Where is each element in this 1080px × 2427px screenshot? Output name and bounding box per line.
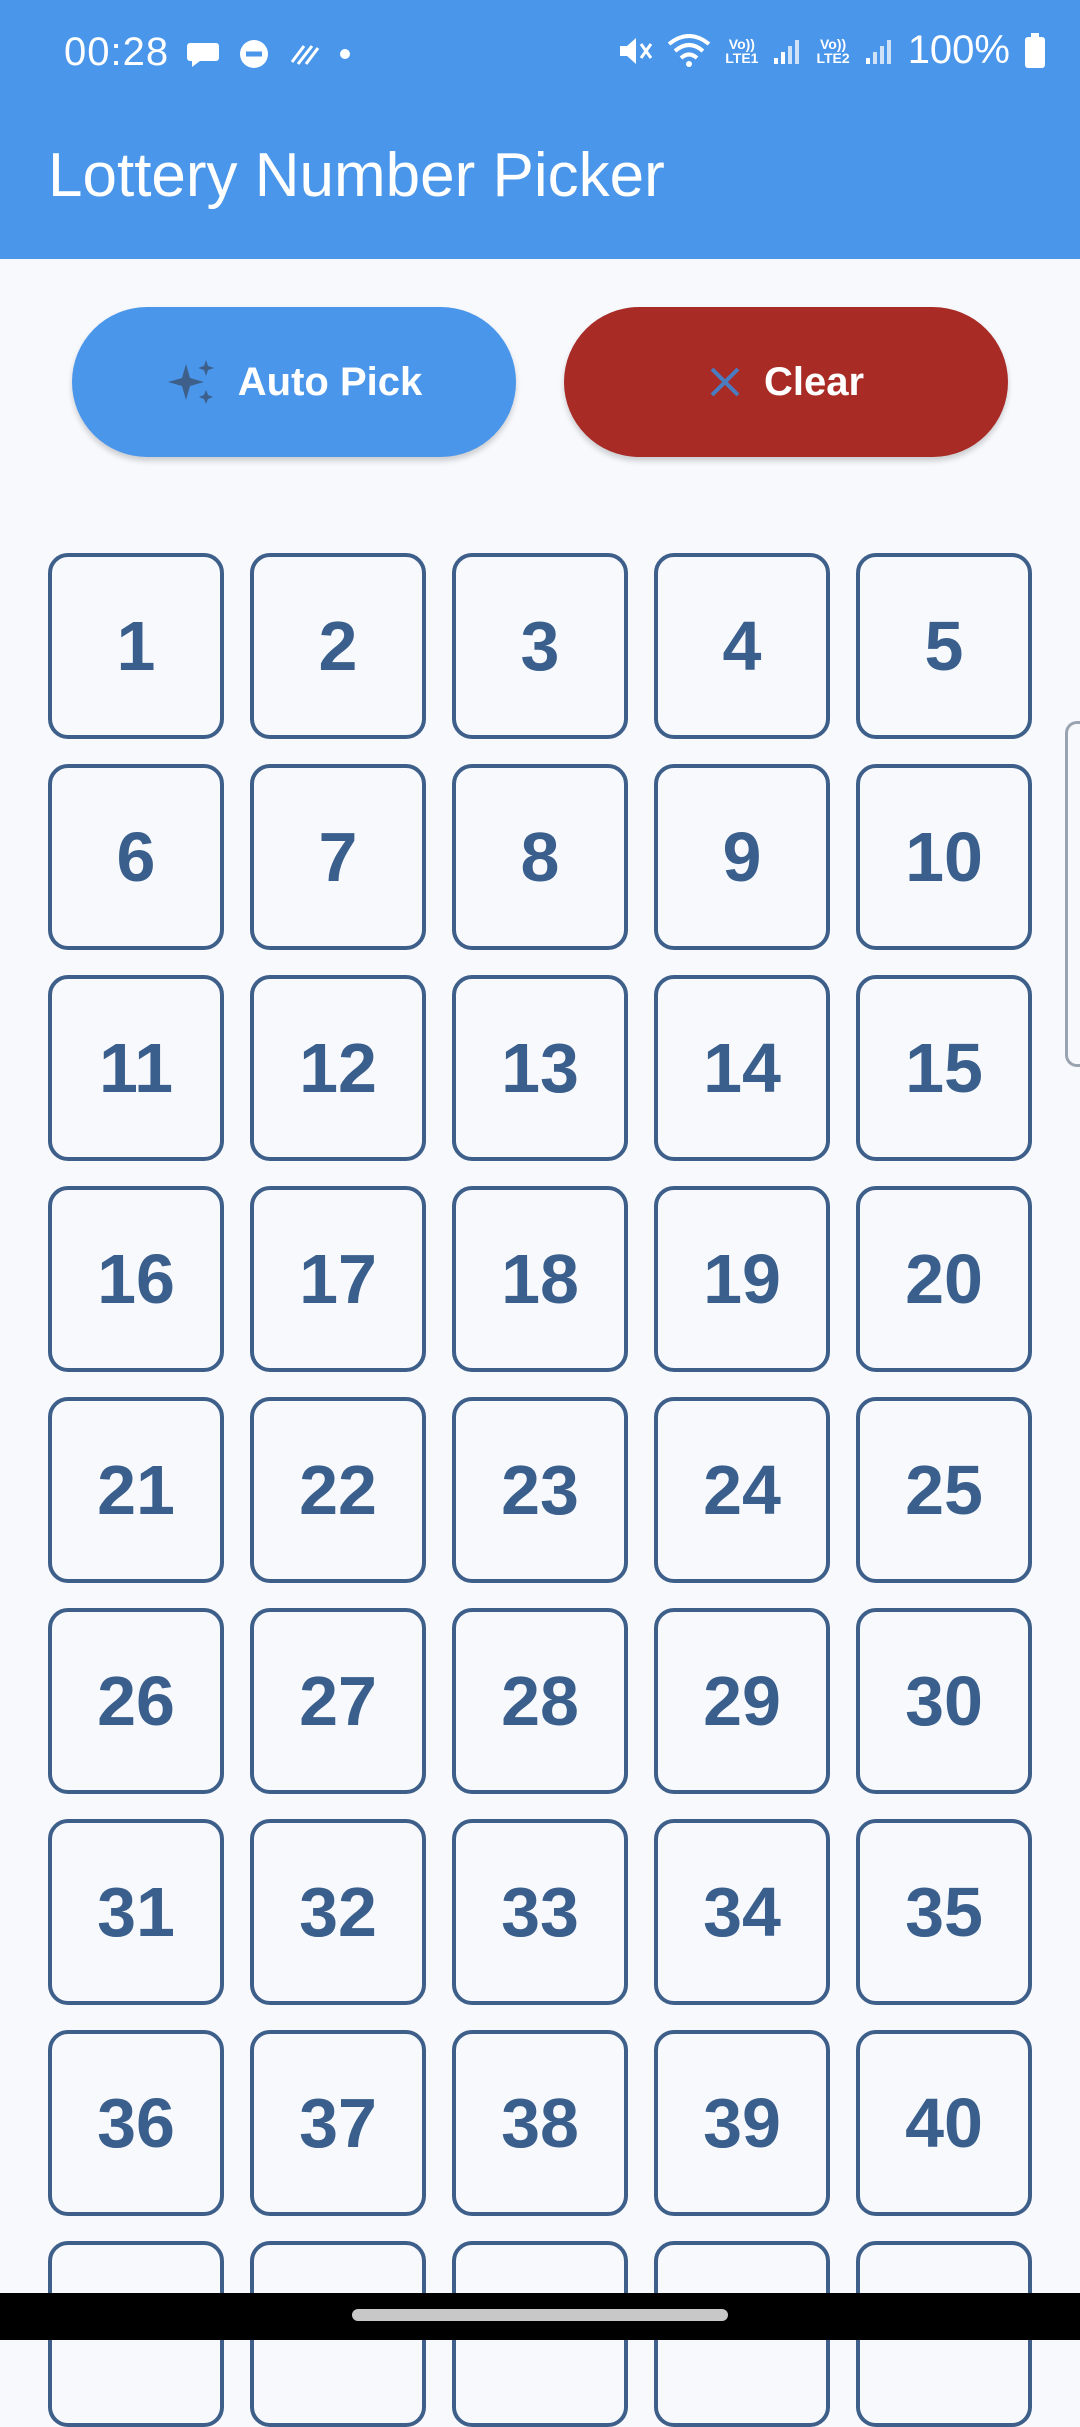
number-cell[interactable]: 32 (250, 1819, 426, 2005)
dnd-icon (240, 40, 268, 68)
number-cell[interactable]: 40 (856, 2030, 1032, 2216)
number-cell[interactable]: 19 (654, 1186, 830, 1372)
status-bar: 00:28 Vo)) LTE1 Vo)) LTE2 100% (0, 0, 1080, 116)
number-cell[interactable]: 3 (452, 553, 628, 739)
status-time: 00:28 (64, 30, 170, 74)
number-cell[interactable]: 15 (856, 975, 1032, 1161)
sparkle-icon (167, 360, 214, 404)
signal-icon (865, 39, 891, 64)
clear-label: Clear (763, 359, 865, 404)
clear-button[interactable]: Clear (564, 307, 1008, 457)
number-cell[interactable]: 11 (48, 975, 224, 1161)
number-cell[interactable]: 6 (48, 764, 224, 950)
signal-icon (774, 39, 800, 64)
page-title: Lottery Number Picker (48, 141, 665, 210)
wifi-icon (668, 33, 711, 67)
number-cell[interactable]: 21 (48, 1397, 224, 1583)
number-cell[interactable]: 31 (48, 1819, 224, 2005)
chat-icon (187, 43, 219, 67)
data-saver-icon (290, 45, 320, 65)
number-cell[interactable]: 9 (654, 764, 830, 950)
number-cell[interactable]: 39 (654, 2030, 830, 2216)
number-cell[interactable]: 8 (452, 764, 628, 950)
number-cell[interactable]: 12 (250, 975, 426, 1161)
number-cell[interactable]: 13 (452, 975, 628, 1161)
number-cell[interactable]: 7 (250, 764, 426, 950)
main-content: Auto Pick Clear 1 2 3 4 5 6 7 8 9 10 11 … (0, 259, 1080, 2427)
sim1-label: Vo)) LTE1 (725, 35, 759, 66)
number-cell[interactable]: 24 (654, 1397, 830, 1583)
number-cell[interactable]: 27 (250, 1608, 426, 1794)
number-grid: 1 2 3 4 5 6 7 8 9 10 11 12 13 14 15 16 1… (48, 553, 1032, 2427)
number-cell[interactable]: 33 (452, 1819, 628, 2005)
number-cell[interactable]: 30 (856, 1608, 1032, 1794)
number-cell[interactable]: 4 (654, 553, 830, 739)
scrollbar-thumb[interactable] (1065, 721, 1080, 1067)
number-cell[interactable]: 22 (250, 1397, 426, 1583)
auto-pick-label: Auto Pick (237, 359, 423, 404)
number-cell[interactable]: 37 (250, 2030, 426, 2216)
mute-icon (620, 37, 653, 64)
number-cell[interactable]: 17 (250, 1186, 426, 1372)
number-cell[interactable]: 38 (452, 2030, 628, 2216)
app-bar: Lottery Number Picker (0, 116, 1080, 259)
number-cell[interactable]: 10 (856, 764, 1032, 950)
number-cell[interactable]: 16 (48, 1186, 224, 1372)
number-cell[interactable]: 29 (654, 1608, 830, 1794)
close-icon (710, 367, 740, 397)
status-system-icons: Vo)) LTE1 Vo)) LTE2 100% (617, 28, 1046, 73)
battery-icon (1025, 32, 1045, 68)
number-cell[interactable]: 36 (48, 2030, 224, 2216)
number-cell[interactable]: 26 (48, 1608, 224, 1794)
number-cell[interactable]: 34 (654, 1819, 830, 2005)
number-cell[interactable]: 2 (250, 553, 426, 739)
battery-percentage: 100% (907, 28, 1010, 72)
number-cell[interactable]: 25 (856, 1397, 1032, 1583)
home-gesture-pill[interactable] (352, 2309, 728, 2321)
dot-icon (340, 49, 350, 59)
status-notification-icons (186, 38, 352, 70)
number-cell[interactable]: 14 (654, 975, 830, 1161)
sim2-label: Vo)) LTE2 (816, 35, 850, 66)
number-cell[interactable]: 18 (452, 1186, 628, 1372)
number-cell[interactable]: 5 (856, 553, 1032, 739)
number-cell[interactable]: 1 (48, 553, 224, 739)
number-cell[interactable]: 28 (452, 1608, 628, 1794)
auto-pick-button[interactable]: Auto Pick (72, 307, 516, 457)
number-cell[interactable]: 20 (856, 1186, 1032, 1372)
number-cell[interactable]: 35 (856, 1819, 1032, 2005)
number-cell[interactable]: 23 (452, 1397, 628, 1583)
navigation-bar (0, 2293, 1080, 2340)
